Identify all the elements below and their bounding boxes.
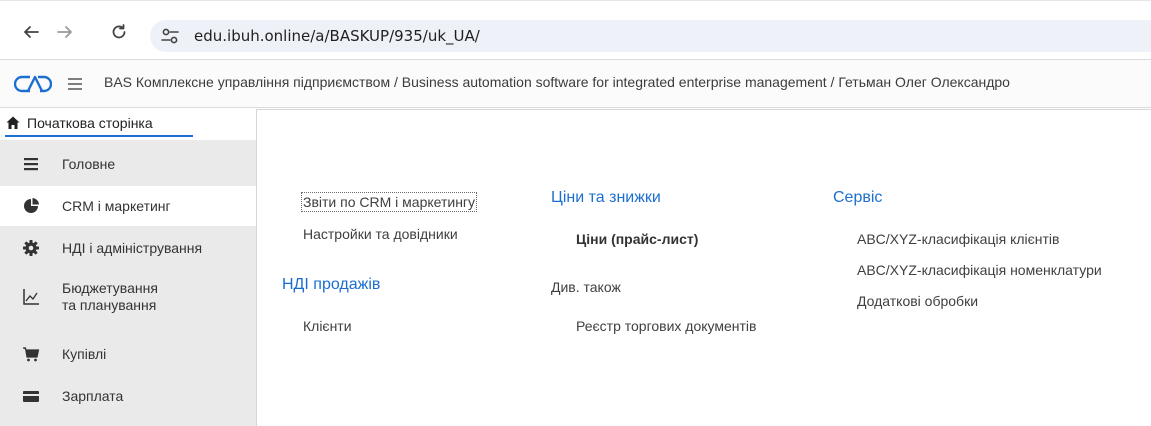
link-settings-directories[interactable]: Настройки та довідники [303, 226, 458, 242]
sidebar-item-main[interactable]: Головне [0, 144, 256, 184]
link-price-list[interactable]: Ціни (прайс-лист) [576, 231, 698, 247]
menu-icon[interactable] [66, 75, 84, 93]
arrow-right-icon [57, 26, 72, 38]
chart-axes-icon [23, 289, 39, 305]
forward-button[interactable] [54, 21, 76, 43]
sidebar-item-label: Зарплата [62, 388, 124, 404]
group-title-service: Сервіс [833, 189, 883, 206]
back-button[interactable] [20, 21, 42, 43]
sidebar-item-purchases[interactable]: Купівлі [0, 334, 256, 374]
link-trade-documents-register[interactable]: Реєстр торгових документів [576, 318, 756, 334]
list-icon [24, 158, 38, 171]
link-abc-xyz-nomenclature[interactable]: ABC/XYZ-класифікація номенклатури [857, 262, 1102, 278]
arrow-left-icon [24, 26, 39, 38]
sidebar-item-admin[interactable]: НДІ і адміністрування [0, 228, 256, 268]
wallet-icon [23, 391, 39, 402]
sidebar-item-label-line1: Бюджетування [62, 280, 158, 296]
main-content: Звіти по CRM і маркетингу Настройки та д… [256, 109, 1151, 426]
group-title-sales-nsi: НДІ продажів [282, 276, 381, 293]
sidebar-item-label: НДІ і адміністрування [62, 240, 203, 256]
sidebar-item-label: Головне [62, 156, 116, 172]
link-abc-xyz-clients[interactable]: ABC/XYZ-класифікація клієнтів [857, 231, 1059, 247]
sidebar-item-label: Бюджетування та планування [62, 280, 158, 314]
sidebar-item-salary[interactable]: Зарплата [0, 376, 256, 416]
tab-home[interactable]: Початкова сторінка [0, 109, 216, 139]
sidebar: Головне CRM і маркетинг НДІ і адміністру… [0, 140, 256, 426]
link-crm-reports[interactable]: Звіти по CRM і маркетингу [300, 192, 478, 212]
sidebar-item-label-line2: та планування [62, 297, 157, 313]
app-logo-icon[interactable] [14, 74, 52, 94]
browser-toolbar: edu.ibuh.online/a/BASKUP/935/uk_UA/ [0, 0, 1151, 58]
site-settings-icon[interactable] [160, 27, 180, 45]
address-bar[interactable]: edu.ibuh.online/a/BASKUP/935/uk_UA/ [150, 20, 1151, 52]
home-icon [6, 116, 20, 129]
sidebar-item-budgeting[interactable]: Бюджетування та планування [0, 270, 256, 324]
url-text[interactable]: edu.ibuh.online/a/BASKUP/935/uk_UA/ [194, 27, 480, 45]
app-title: BAS Комплексне управління підприємством … [104, 74, 1010, 90]
sidebar-item-label: Купівлі [62, 346, 107, 362]
link-clients[interactable]: Клієнти [303, 318, 352, 334]
reload-button[interactable] [108, 21, 130, 43]
app-header: BAS Комплексне управління підприємством … [0, 59, 1151, 108]
cart-icon [23, 347, 40, 362]
sidebar-item-crm[interactable]: CRM і маркетинг [0, 186, 256, 226]
pie-chart-icon [24, 198, 39, 213]
link-additional-processing[interactable]: Додаткові обробки [857, 293, 978, 309]
gear-icon [23, 240, 39, 256]
sidebar-item-label: CRM і маркетинг [62, 198, 171, 214]
reload-icon [112, 24, 126, 39]
group-title-prices-discounts: Ціни та знижки [551, 189, 661, 206]
see-also-label: Див. також [551, 279, 621, 295]
tab-home-label: Початкова сторінка [27, 115, 153, 131]
